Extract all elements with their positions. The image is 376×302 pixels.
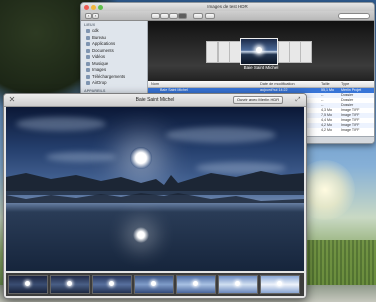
thumbnail[interactable]: [92, 275, 132, 294]
wallpaper-grass: [300, 240, 376, 290]
action-button[interactable]: [205, 12, 215, 19]
coverflow-item[interactable]: [300, 41, 312, 63]
music-icon: [86, 61, 90, 66]
list-view-button[interactable]: [160, 12, 169, 19]
forward-button[interactable]: ›: [92, 12, 99, 19]
downloads-icon: [86, 74, 90, 79]
search-input[interactable]: [338, 12, 370, 19]
applications-icon: [86, 42, 90, 47]
sun-reflection: [133, 227, 149, 243]
thumbnail-strip: [6, 273, 304, 296]
home-icon: [86, 29, 90, 34]
quicklook-button[interactable]: [193, 12, 203, 19]
desktop-icon: [86, 35, 90, 40]
airdrop-icon: [86, 81, 90, 86]
coverflow-caption: Baie Saint Michel: [243, 65, 279, 70]
sidebar-item-airdrop[interactable]: AirDrop: [81, 80, 147, 87]
preview-image: [6, 107, 304, 271]
column-view-button[interactable]: [169, 12, 178, 19]
documents-icon: [86, 48, 90, 53]
col-size-header[interactable]: Taille: [321, 81, 330, 87]
pictures-icon: [86, 68, 90, 73]
coverflow-selected-item[interactable]: [240, 38, 278, 65]
file-list-header: Nom Date de modification Taille Type: [148, 81, 374, 88]
movies-icon: [86, 55, 90, 60]
coverflow-item[interactable]: [206, 41, 218, 63]
thumbnail[interactable]: [50, 275, 90, 294]
col-name-header[interactable]: Nom: [151, 81, 159, 87]
fullscreen-icon[interactable]: ⤢: [294, 96, 302, 104]
quicklook-titlebar[interactable]: ✕ Baie Saint Michel Ouvrir avec Merlin H…: [4, 94, 306, 107]
open-with-button[interactable]: Ouvrir avec Merlin HDR: [233, 96, 283, 104]
thumbnail[interactable]: [218, 275, 258, 294]
thumbnail[interactable]: [176, 275, 216, 294]
thumbnail[interactable]: [8, 275, 48, 294]
coverflow-view[interactable]: Baie Saint Michel: [148, 21, 374, 81]
finder-title: Images de test HDR: [207, 4, 248, 9]
back-button[interactable]: ‹: [85, 12, 92, 19]
thumbnail[interactable]: [134, 275, 174, 294]
col-kind-header[interactable]: Type: [341, 81, 349, 87]
icon-view-button[interactable]: [151, 12, 160, 19]
finder-toolbar: ‹ ›: [81, 11, 374, 21]
mountains-silhouette: [6, 171, 304, 203]
thumbnail[interactable]: [260, 275, 300, 294]
finder-titlebar[interactable]: Images de test HDR: [81, 3, 374, 11]
col-date-header[interactable]: Date de modification: [260, 81, 295, 87]
coverflow-view-button[interactable]: [178, 12, 187, 19]
quicklook-window[interactable]: ✕ Baie Saint Michel Ouvrir avec Merlin H…: [3, 93, 307, 299]
